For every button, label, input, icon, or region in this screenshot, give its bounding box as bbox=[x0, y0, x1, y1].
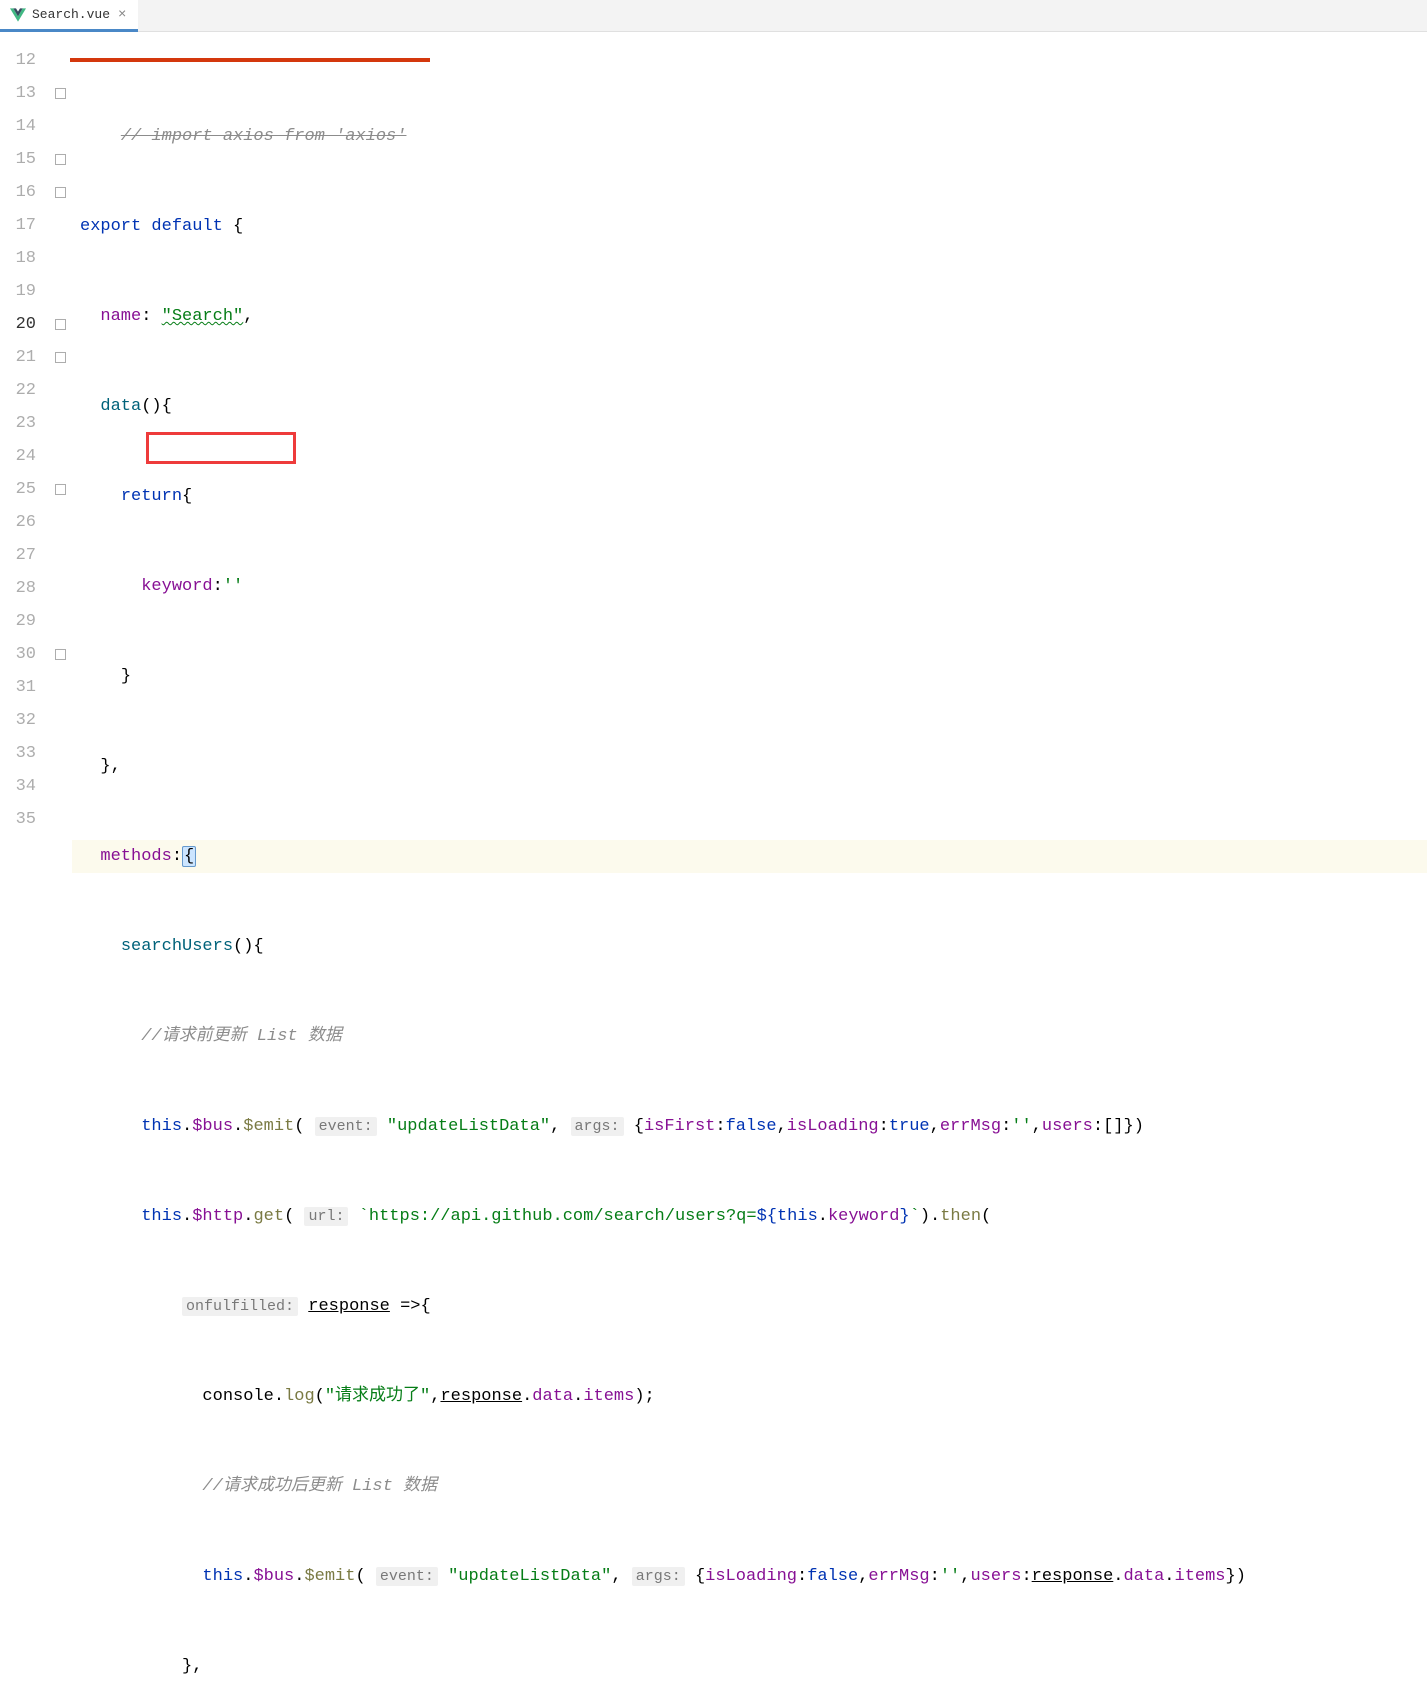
tab-bar: Search.vue × bbox=[0, 0, 1427, 32]
fold-toggle[interactable] bbox=[55, 352, 66, 363]
fold-toggle[interactable] bbox=[55, 154, 66, 165]
line-number[interactable]: 23 bbox=[0, 407, 36, 440]
editor-body: 12 13 14 15 16 17 18 19 20 21 22 23 24 2… bbox=[0, 32, 1427, 1686]
line-number[interactable]: 20 bbox=[0, 308, 36, 341]
fold-toggle[interactable] bbox=[55, 649, 66, 660]
line-number[interactable]: 31 bbox=[0, 671, 36, 704]
code-line[interactable]: searchUsers(){ bbox=[72, 930, 1427, 963]
editor-container: Search.vue × 12 13 14 15 16 17 18 19 20 … bbox=[0, 0, 1427, 843]
line-number[interactable]: 16 bbox=[0, 176, 36, 209]
gutter: 12 13 14 15 16 17 18 19 20 21 22 23 24 2… bbox=[0, 32, 48, 1686]
code-line[interactable]: console.log("请求成功了",response.data.items)… bbox=[72, 1380, 1427, 1413]
line-number[interactable]: 35 bbox=[0, 803, 36, 836]
line-number[interactable]: 13 bbox=[0, 77, 36, 110]
code-line[interactable]: } bbox=[72, 660, 1427, 693]
line-number[interactable]: 22 bbox=[0, 374, 36, 407]
line-number[interactable]: 25 bbox=[0, 473, 36, 506]
code-line[interactable]: this.$bus.$emit( event: "updateListData"… bbox=[72, 1560, 1427, 1593]
code-line[interactable]: return{ bbox=[72, 480, 1427, 513]
tab-search-vue[interactable]: Search.vue × bbox=[0, 0, 138, 32]
code-line[interactable]: data(){ bbox=[72, 390, 1427, 423]
line-number[interactable]: 32 bbox=[0, 704, 36, 737]
red-strike-annotation bbox=[70, 58, 430, 62]
code-area[interactable]: // import axios from 'axios' export defa… bbox=[72, 32, 1427, 1686]
tab-label: Search.vue bbox=[32, 7, 110, 22]
code-line[interactable]: //请求前更新 List 数据 bbox=[72, 1020, 1427, 1053]
line-number[interactable]: 19 bbox=[0, 275, 36, 308]
line-number[interactable]: 27 bbox=[0, 539, 36, 572]
code-line[interactable]: this.$bus.$emit( event: "updateListData"… bbox=[72, 1110, 1427, 1143]
line-number[interactable]: 24 bbox=[0, 440, 36, 473]
line-number[interactable]: 26 bbox=[0, 506, 36, 539]
vue-icon bbox=[10, 8, 26, 22]
fold-column bbox=[48, 32, 72, 1686]
code-line[interactable]: // import axios from 'axios' bbox=[72, 120, 1427, 153]
line-number[interactable]: 30 bbox=[0, 638, 36, 671]
code-line[interactable]: this.$http.get( url: `https://api.github… bbox=[72, 1200, 1427, 1233]
line-number[interactable]: 17 bbox=[0, 209, 36, 242]
line-number[interactable]: 15 bbox=[0, 143, 36, 176]
code-line[interactable]: export default { bbox=[72, 210, 1427, 243]
line-number[interactable]: 29 bbox=[0, 605, 36, 638]
line-number[interactable]: 33 bbox=[0, 737, 36, 770]
code-line[interactable]: }, bbox=[72, 1650, 1427, 1683]
line-number[interactable]: 34 bbox=[0, 770, 36, 803]
code-line[interactable]: name: "Search", bbox=[72, 300, 1427, 333]
fold-toggle[interactable] bbox=[55, 88, 66, 99]
code-line[interactable]: keyword:'' bbox=[72, 570, 1427, 603]
code-line[interactable]: onfulfilled: response =>{ bbox=[72, 1290, 1427, 1323]
line-number[interactable]: 12 bbox=[0, 44, 36, 77]
fold-toggle[interactable] bbox=[55, 319, 66, 330]
line-number[interactable]: 18 bbox=[0, 242, 36, 275]
code-line[interactable]: }, bbox=[72, 750, 1427, 783]
close-icon[interactable]: × bbox=[116, 7, 128, 23]
fold-toggle[interactable] bbox=[55, 187, 66, 198]
line-number[interactable]: 21 bbox=[0, 341, 36, 374]
red-box-annotation bbox=[146, 432, 296, 464]
line-number[interactable]: 14 bbox=[0, 110, 36, 143]
line-number[interactable]: 28 bbox=[0, 572, 36, 605]
fold-toggle[interactable] bbox=[55, 484, 66, 495]
code-line[interactable]: //请求成功后更新 List 数据 bbox=[72, 1470, 1427, 1503]
code-line[interactable]: methods:{ bbox=[72, 840, 1427, 873]
